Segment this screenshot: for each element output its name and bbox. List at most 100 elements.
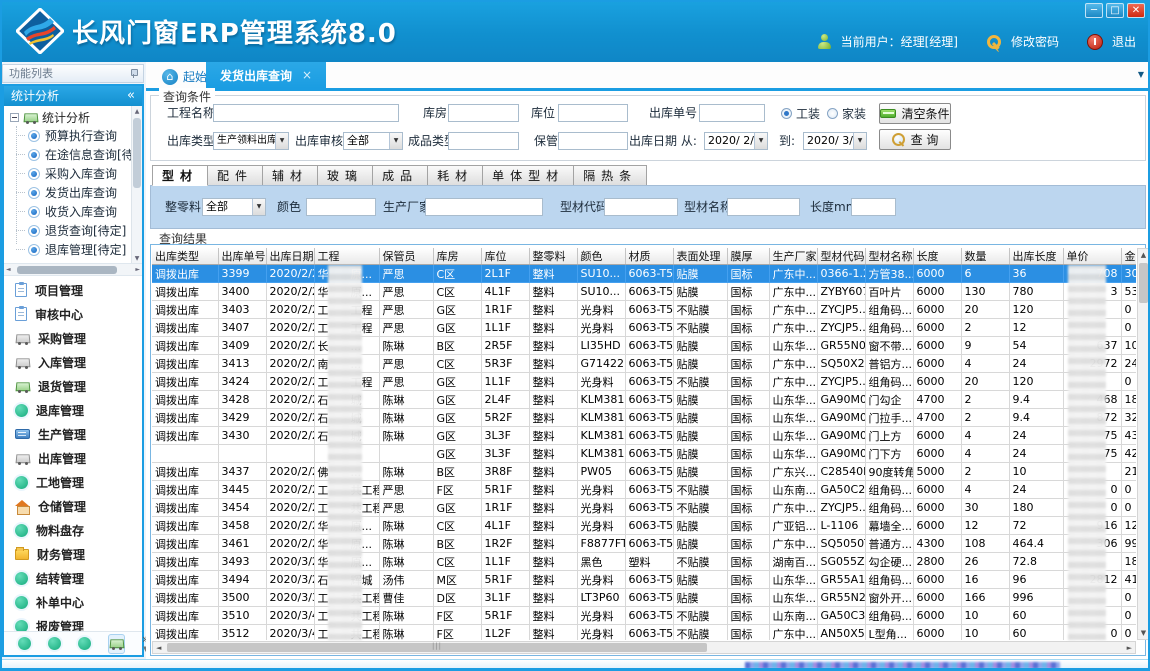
table-row[interactable]: 调拨出库34942020/3/2石 辉城汤伟M区5R1F整料光身料6063-T5… — [152, 571, 1136, 589]
tab-shipment-outbound-query[interactable]: 发货出库查询 × — [206, 62, 326, 88]
clear-conditions-button[interactable]: 清空条件 — [879, 103, 951, 124]
sidebar-item-15[interactable]: 报废管理 — [4, 614, 142, 631]
scroll-up-icon[interactable]: ▲ — [132, 108, 142, 115]
column-header[interactable]: 保管员 — [379, 248, 433, 265]
scrollbar-thumb[interactable] — [167, 643, 707, 652]
sidebar-item-9[interactable]: 工地管理 — [4, 470, 142, 494]
sidebar-item-2[interactable]: 审核中心 — [4, 302, 142, 326]
table-horizontal-scrollbar[interactable]: ◄ ► — [152, 641, 1136, 654]
sidebar-item-1[interactable]: 项目管理 — [4, 278, 142, 302]
scroll-left-icon[interactable]: ◄ — [156, 644, 161, 652]
material-tab-1[interactable]: 型材 — [152, 165, 208, 186]
table-row[interactable]: 调拨出库34292020/2/26石 城陈琳G区5R2F整料KLM3817606… — [152, 409, 1136, 427]
scrollbar-thumb[interactable] — [133, 118, 141, 188]
color-input[interactable] — [306, 198, 376, 216]
tab-list-dropdown-icon[interactable]: ▼ — [1138, 70, 1144, 79]
scrollbar-thumb[interactable] — [17, 266, 117, 274]
column-header[interactable]: 表面处理 — [673, 248, 727, 265]
profile-name-input[interactable] — [727, 198, 800, 216]
tree-root[interactable]: 统计分析 — [4, 106, 142, 126]
table-row[interactable]: 调拨出库34242020/2/26工 工程严思G区1L1F整料光身料6063-T… — [152, 373, 1136, 391]
module-dot-icon[interactable] — [78, 637, 91, 650]
column-header[interactable]: 出库单号 — [218, 248, 266, 265]
column-header[interactable]: 生产厂家 — [769, 248, 817, 265]
sidebar-item-3[interactable]: 采购管理 — [4, 326, 142, 350]
tree-item[interactable]: 退货查询[待定] — [4, 221, 142, 240]
column-header[interactable]: 出库长度 — [1009, 248, 1063, 265]
scroll-right-icon[interactable]: ► — [135, 266, 140, 273]
sidebar-item-12[interactable]: 财务管理 — [4, 542, 142, 566]
column-header[interactable]: 型材名称 — [865, 248, 913, 265]
column-header[interactable]: 单价 — [1063, 248, 1121, 265]
scroll-down-icon[interactable]: ▼ — [1138, 629, 1149, 637]
radio-industrial[interactable]: 工装 — [781, 104, 820, 122]
column-header[interactable]: 颜色 — [577, 248, 625, 265]
tree-horizontal-scrollbar[interactable]: ◄ ► — [4, 264, 142, 276]
table-row[interactable]: 调拨出库34072020/2/25工 工程严思G区1L1F整料光身料6063-T… — [152, 319, 1136, 337]
location-input[interactable] — [558, 104, 628, 122]
column-header[interactable]: 库房 — [433, 248, 481, 265]
sidebar-item-5[interactable]: 退货管理 — [4, 374, 142, 398]
table-row[interactable]: 调拨出库34452020/2/27工 共工程严思F区5R1F整料光身料6063-… — [152, 481, 1136, 499]
outbound-audit-select[interactable]: 全部▼ — [343, 132, 403, 150]
project-name-input[interactable] — [213, 104, 399, 122]
date-to-picker[interactable]: 2020/ 3/16▼ — [803, 132, 867, 150]
close-button[interactable]: ✕ — [1127, 3, 1145, 18]
material-tab-4[interactable]: 玻璃 — [318, 165, 373, 186]
material-tab-2[interactable]: 配件 — [208, 165, 263, 186]
module-dot-icon[interactable] — [18, 637, 31, 650]
column-header[interactable]: 膜厚 — [727, 248, 769, 265]
column-header[interactable]: 出库日期 — [266, 248, 314, 265]
column-header[interactable]: 库位 — [481, 248, 529, 265]
cart-module-button[interactable] — [108, 634, 125, 654]
scrollbar-thumb[interactable] — [1139, 263, 1148, 303]
change-password-link[interactable]: 修改密码 — [1011, 33, 1059, 50]
sidebar-item-14[interactable]: 补单中心 — [4, 590, 142, 614]
minimize-button[interactable]: ─ — [1085, 3, 1103, 18]
tree-item[interactable]: 收货入库查询 — [4, 202, 142, 221]
sidebar-item-6[interactable]: 退库管理 — [4, 398, 142, 422]
table-row[interactable]: 调拨出库34132020/2/26南 ...严思C区5R3F整料G7142260… — [152, 355, 1136, 373]
sidebar-item-8[interactable]: 出库管理 — [4, 446, 142, 470]
table-vertical-scrollbar[interactable]: ▲ ▼ — [1137, 248, 1150, 640]
table-row[interactable]: 调拨出库34612020/2/28华 原...陈琳B区1R2F整料F8877FT… — [152, 535, 1136, 553]
table-row[interactable]: 调拨出库34372020/2/27佛 ...陈琳B区3R8F整料PW056063… — [152, 463, 1136, 481]
scroll-up-icon[interactable]: ▲ — [1138, 251, 1149, 259]
table-row[interactable]: 调拨出库35122020/3/4工 共工程陈琳F区1L2F整料光身料6063-T… — [152, 625, 1136, 641]
expander-icon[interactable] — [10, 113, 19, 122]
tree-item[interactable]: 在途信息查询[待 — [4, 145, 142, 164]
module-dot-icon[interactable] — [48, 637, 61, 650]
material-tab-3[interactable]: 辅材 — [263, 165, 318, 186]
table-row[interactable]: 调拨出库35102020/3/4工 共工程陈琳F区5R1F整料光身料6063-T… — [152, 607, 1136, 625]
table-row[interactable]: 调拨出库33992020/2/25华 原...严思C区2L1F整料SU10...… — [152, 265, 1136, 283]
date-from-picker[interactable]: 2020/ 2/16▼ — [704, 132, 768, 150]
table-row[interactable]: 调拨出库34032020/2/25工 工程严思G区1R1F整料光身料6063-T… — [152, 301, 1136, 319]
length-input[interactable] — [851, 198, 896, 216]
section-header[interactable]: 统计分析 « — [4, 86, 142, 106]
scroll-left-icon[interactable]: ◄ — [6, 266, 11, 273]
sidebar-item-7[interactable]: 生产管理 — [4, 422, 142, 446]
column-header[interactable]: 出库类型 — [152, 248, 218, 265]
scroll-right-icon[interactable]: ► — [1127, 644, 1132, 652]
keeper-input[interactable] — [558, 132, 628, 150]
sidebar-item-10[interactable]: 仓储管理 — [4, 494, 142, 518]
profile-code-input[interactable] — [604, 198, 678, 216]
tab-close-icon[interactable]: × — [302, 68, 312, 82]
sidebar-item-4[interactable]: 入库管理 — [4, 350, 142, 374]
scroll-down-icon[interactable]: ▼ — [132, 255, 142, 262]
material-tab-5[interactable]: 成品 — [373, 165, 428, 186]
column-header[interactable]: 材质 — [625, 248, 673, 265]
material-tab-6[interactable]: 耗材 — [428, 165, 483, 186]
column-header[interactable]: 整零料 — [529, 248, 577, 265]
table-row[interactable]: 调拨出库35002020/3/3工 共工程曹佳D区3L1F整料LT3P60606… — [152, 589, 1136, 607]
outbound-type-select[interactable]: 生产领料出库▼ — [213, 132, 289, 150]
table-row[interactable]: 调拨出库34302020/2/26石 城陈琳G区3L3F整料KLM3817606… — [152, 427, 1136, 445]
tree-item[interactable]: 采购入库查询 — [4, 164, 142, 183]
collapse-icon[interactable]: « — [127, 86, 135, 106]
search-button[interactable]: 查 询 — [879, 129, 951, 150]
material-tab-8[interactable]: 隔热条 — [574, 165, 647, 186]
whole-piece-select[interactable]: 全部▼ — [202, 198, 266, 216]
table-row[interactable]: 调拨出库34002020/2/25华 原...严思C区4L1F整料SU10...… — [152, 283, 1136, 301]
maximize-button[interactable]: □ — [1106, 3, 1124, 18]
sidebar-item-13[interactable]: 结转管理 — [4, 566, 142, 590]
